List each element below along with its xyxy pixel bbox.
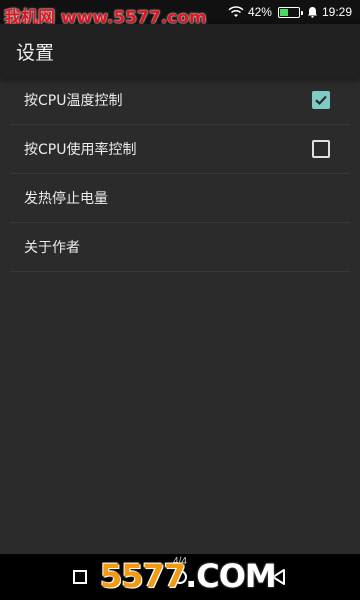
setting-label: 按CPU温度控制 (24, 93, 123, 109)
settings-list: 按CPU温度控制 按CPU使用率控制 发热停止电量 关于作者 (10, 76, 350, 272)
watermark-bottom: 5577.COM (100, 557, 277, 595)
status-bar: 我机网 www.5577.com 42% 19:29 (0, 0, 360, 28)
watermark-number: 5577 (100, 557, 186, 595)
battery-level (279, 8, 289, 16)
alarm-icon (307, 6, 318, 18)
app-bar: 设置 (0, 24, 360, 78)
watermark-dot: . (185, 557, 197, 595)
recent-apps-button[interactable] (73, 570, 87, 584)
setting-heat-stop-battery[interactable]: 发热停止电量 (10, 174, 350, 223)
clock: 19:29 (321, 5, 352, 19)
wifi-icon (228, 6, 244, 18)
watermark-suffix: COM (196, 557, 277, 595)
setting-about-author[interactable]: 关于作者 (10, 223, 350, 272)
checkmark-icon (315, 95, 327, 106)
battery-percent: 42% (247, 5, 272, 19)
page-title: 设置 (16, 42, 55, 64)
cpu-temperature-checkbox[interactable] (312, 91, 330, 109)
setting-label: 按CPU使用率控制 (24, 142, 137, 158)
setting-label: 发热停止电量 (24, 191, 108, 207)
battery-icon (277, 6, 303, 18)
setting-label: 关于作者 (24, 240, 80, 256)
setting-cpu-usage-control[interactable]: 按CPU使用率控制 (10, 125, 350, 174)
status-icons: 42% 19:29 (228, 0, 352, 24)
cpu-usage-checkbox[interactable] (312, 140, 330, 158)
setting-cpu-temperature-control[interactable]: 按CPU温度控制 (10, 76, 350, 125)
